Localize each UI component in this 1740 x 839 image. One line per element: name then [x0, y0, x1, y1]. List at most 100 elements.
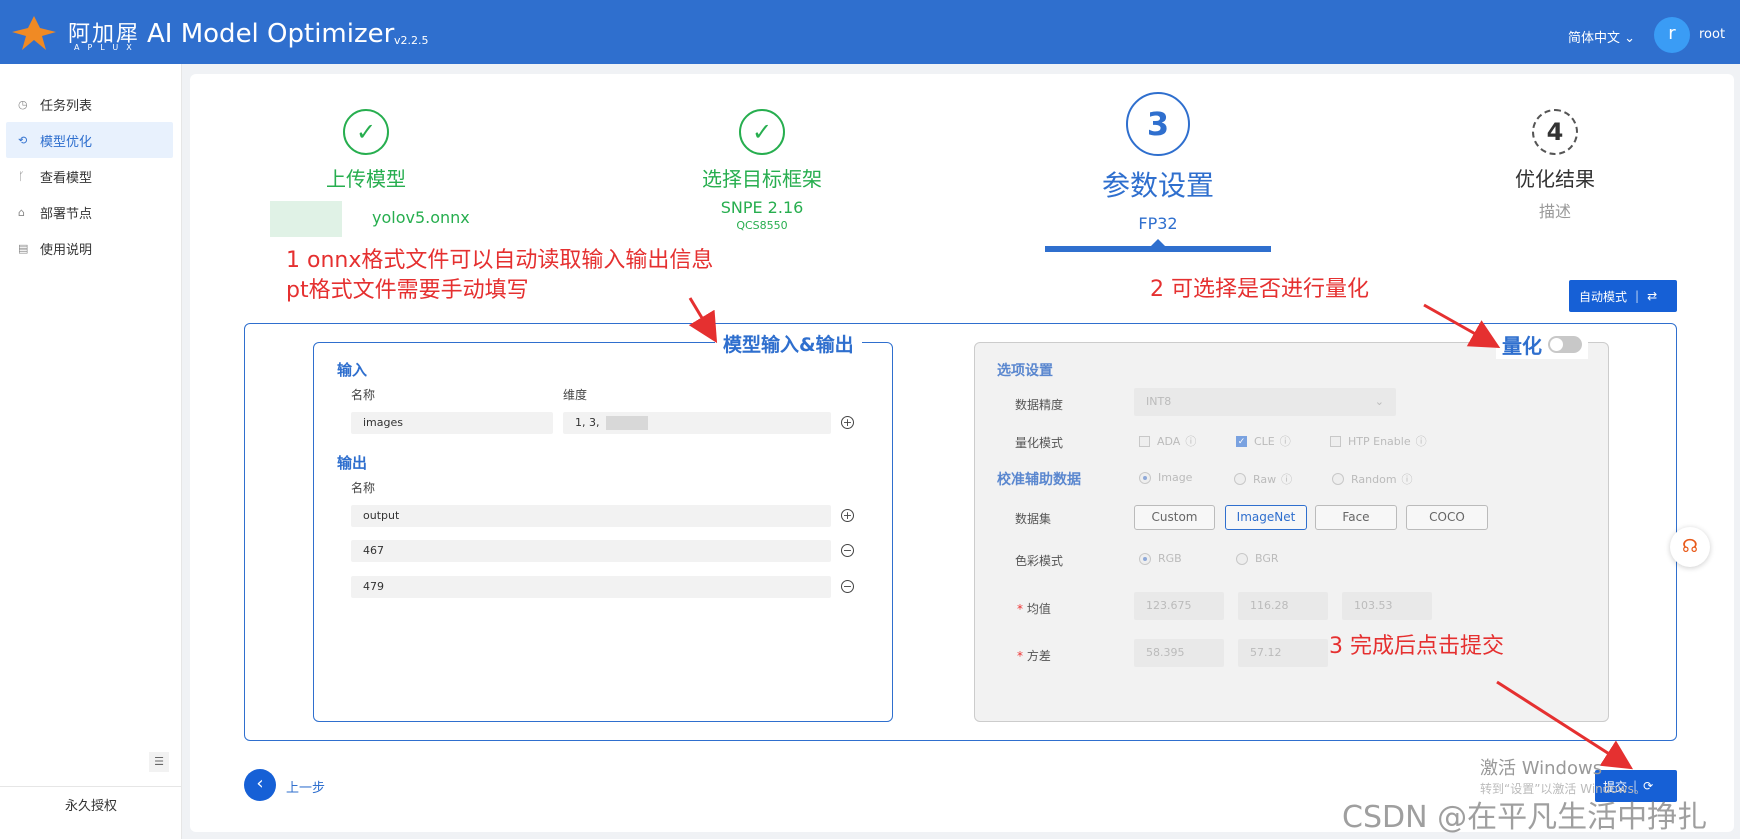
- aplux-logo-icon: [12, 16, 56, 50]
- std-label: * 方差: [1017, 649, 1051, 663]
- avatar[interactable]: r: [1654, 17, 1690, 53]
- branch-icon: ᚴ: [18, 169, 25, 183]
- help-icon: ⓘ: [1415, 435, 1427, 448]
- std-field-1[interactable]: 58.395: [1134, 639, 1224, 667]
- step-params: 3 参数设置 FP32: [1028, 92, 1288, 233]
- add-input-icon[interactable]: +: [841, 416, 854, 429]
- step-sub: SNPE 2.16: [720, 198, 804, 217]
- step-title: 上传模型: [326, 167, 406, 191]
- std-field-2[interactable]: 57.12: [1238, 639, 1328, 667]
- mode-ada-checkbox[interactable]: ADA ⓘ: [1139, 433, 1196, 449]
- app-header: 阿加犀 APLUX AI Model Optimizer v2.2.5 简体中文…: [0, 0, 1740, 64]
- chevron-left-icon[interactable]: ‹: [244, 769, 276, 801]
- sidebar-item-view-model[interactable]: ᚴ 查看模型: [6, 158, 173, 194]
- dataset-face-button[interactable]: Face: [1315, 505, 1397, 530]
- step-sub: FP32: [1138, 214, 1178, 233]
- mean-label: * 均值: [1017, 602, 1051, 616]
- remove-output-icon[interactable]: −: [841, 580, 854, 593]
- quant-title: 量化: [1502, 334, 1542, 358]
- output-name-field[interactable]: 479: [351, 576, 831, 598]
- name-col-label: 名称: [351, 481, 376, 495]
- auto-mode-button[interactable]: 自动模式 | ⇄: [1569, 280, 1677, 312]
- dataset-imagenet-button[interactable]: ImageNet: [1225, 505, 1307, 530]
- step-framework: ✓ 选择目标框架 SNPE 2.16 QCS8550: [632, 109, 892, 232]
- windows-activate-watermark: 激活 Windows: [1480, 758, 1603, 779]
- options-title: 选项设置: [997, 363, 1053, 379]
- mean-field-2[interactable]: 116.28: [1238, 592, 1328, 620]
- mean-field-1[interactable]: 123.675: [1134, 592, 1224, 620]
- step-upload: ✓ 上传模型: [236, 109, 496, 192]
- dim-col-label: 维度: [563, 388, 588, 402]
- sidebar: ◷ 任务列表 ⟲ 模型优化 ᚴ 查看模型 ⌂ 部署节点 ▤ 使用说明: [0, 64, 182, 839]
- sidebar-item-docs[interactable]: ▤ 使用说明: [6, 230, 173, 266]
- help-icon: ⓘ: [1281, 473, 1293, 486]
- output-name-field[interactable]: 467: [351, 540, 831, 562]
- brand-sub: APLUX: [74, 43, 140, 52]
- check-icon: ✓: [343, 109, 389, 155]
- name-col-label: 名称: [351, 388, 376, 402]
- io-panel: [313, 342, 893, 722]
- mode-cle-checkbox[interactable]: ✓ CLE ⓘ: [1236, 433, 1291, 449]
- io-legend: 模型输入&输出: [715, 330, 862, 357]
- prev-step-button[interactable]: 上一步: [286, 777, 325, 796]
- active-step-bar: [1045, 246, 1271, 252]
- collapse-sidebar-icon[interactable]: ☰: [149, 752, 169, 772]
- doc-icon: ▤: [18, 241, 29, 255]
- auto-mode-label: 自动模式: [1579, 289, 1628, 304]
- step-number: 3: [1126, 92, 1190, 156]
- check-icon: ✓: [739, 109, 785, 155]
- app-version: v2.2.5: [394, 34, 429, 47]
- history-icon: ◷: [18, 97, 28, 111]
- mode-htp-checkbox[interactable]: HTP Enable ⓘ: [1330, 433, 1427, 449]
- input-name-field[interactable]: images: [351, 412, 553, 434]
- support-headset-icon[interactable]: ☊: [1670, 527, 1710, 567]
- quant-legend: 量化: [1496, 330, 1588, 359]
- input-dim-field[interactable]: 1, 3,: [563, 412, 831, 434]
- license-status: 永久授权: [0, 786, 182, 839]
- help-icon: ⓘ: [1279, 435, 1291, 448]
- optimize-icon: ⟲: [18, 133, 28, 147]
- step-title: 参数设置: [1101, 169, 1214, 202]
- color-bgr-radio[interactable]: BGR: [1236, 552, 1279, 565]
- dataset-custom-button[interactable]: Custom: [1134, 505, 1215, 530]
- annotation-1-line2: pt格式文件需要手动填写: [286, 278, 529, 303]
- calib-image-radio[interactable]: Image: [1139, 471, 1192, 484]
- blurred-thumbnail: [270, 201, 342, 237]
- annotation-3: 3 完成后点击提交: [1329, 634, 1504, 659]
- switch-icon: ⇄: [1647, 289, 1658, 303]
- dataset-coco-button[interactable]: COCO: [1406, 505, 1488, 530]
- uploaded-filename: yolov5.onnx: [372, 208, 470, 227]
- precision-label: 数据精度: [1015, 398, 1064, 412]
- sidebar-item-optimize[interactable]: ⟲ 模型优化: [6, 122, 173, 158]
- output-name-field[interactable]: output: [351, 505, 831, 527]
- color-rgb-radio[interactable]: RGB: [1139, 552, 1182, 565]
- calib-raw-radio[interactable]: Raw ⓘ: [1234, 471, 1292, 487]
- language-select[interactable]: 简体中文 ⌄: [1568, 27, 1635, 46]
- sidebar-item-label: 模型优化: [40, 134, 93, 150]
- username[interactable]: root: [1699, 27, 1725, 42]
- app-title: AI Model Optimizer: [147, 19, 395, 49]
- step-title: 选择目标框架: [702, 167, 822, 191]
- quant-toggle[interactable]: [1548, 336, 1582, 353]
- step-number: 4: [1532, 109, 1578, 155]
- chevron-down-icon: ⌄: [1374, 395, 1384, 408]
- add-output-icon[interactable]: +: [841, 509, 854, 522]
- quant-mode-label: 量化模式: [1015, 436, 1064, 450]
- annotation-1-line1: 1 onnx格式文件可以自动读取输入输出信息: [286, 248, 714, 273]
- calib-title: 校准辅助数据: [997, 472, 1081, 488]
- help-icon: ⓘ: [1185, 435, 1197, 448]
- sidebar-item-deploy[interactable]: ⌂ 部署节点: [6, 194, 173, 230]
- step-title: 优化结果: [1515, 167, 1595, 191]
- remove-output-icon[interactable]: −: [841, 544, 854, 557]
- sidebar-item-label: 任务列表: [40, 98, 93, 114]
- precision-select[interactable]: INT8 ⌄: [1134, 388, 1396, 416]
- calib-random-radio[interactable]: Random ⓘ: [1332, 471, 1413, 487]
- sidebar-item-label: 使用说明: [40, 242, 93, 258]
- step-result: 4 优化结果 描述: [1425, 109, 1685, 222]
- mean-field-3[interactable]: 103.53: [1342, 592, 1432, 620]
- sidebar-item-label: 查看模型: [40, 170, 93, 186]
- blurred-dims: [605, 416, 648, 430]
- dataset-label: 数据集: [1015, 512, 1052, 526]
- sidebar-item-tasks[interactable]: ◷ 任务列表: [6, 86, 173, 122]
- input-section-label: 输入: [337, 361, 368, 379]
